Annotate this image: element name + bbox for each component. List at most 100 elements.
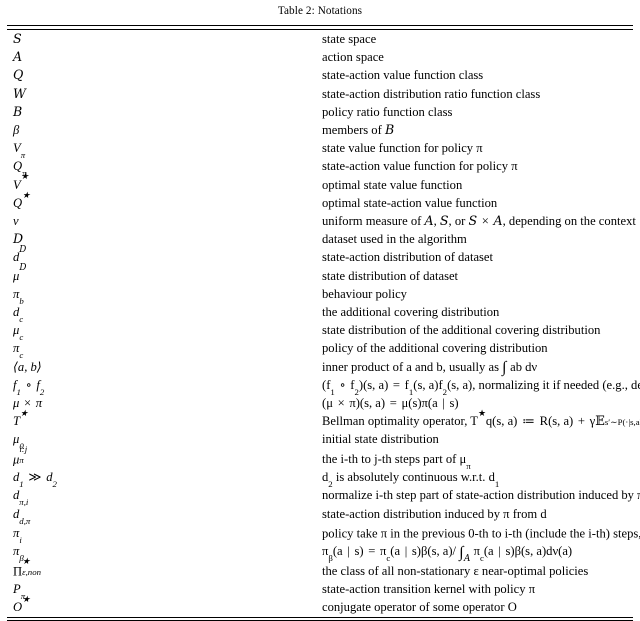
- row-description: (μ × π)(s, a) = μ(s)π(a | s): [322, 395, 459, 410]
- table-row: W state-action distribution ratio functi…: [7, 85, 633, 103]
- row-description: uniform measure of A, S, or S × A, depen…: [322, 212, 636, 228]
- table-row: ⟨a, b⟩ inner product of a and b, usually…: [7, 358, 633, 376]
- row-description: state-action distribution induced by π f…: [322, 506, 547, 521]
- table-row: πb behaviour policy: [7, 285, 633, 306]
- row-description: the class of all non-stationary ε near-o…: [322, 564, 589, 579]
- table-row: Vπ state value function for policy π: [7, 139, 633, 161]
- row-description: state-action transition kernel with poli…: [322, 582, 536, 597]
- table-row: β members of B: [7, 121, 633, 139]
- row-symbol: πi: [13, 526, 22, 546]
- table-row: T★ Bellman optimality operator, T★q(s, a…: [7, 407, 640, 430]
- row-description: state distribution of dataset: [322, 268, 459, 283]
- row-description: d2 is absolutely continuous w.r.t. d1: [322, 470, 500, 490]
- table-row: Π ★ ε,non the class of all non-stationary …: [7, 555, 633, 581]
- row-symbol: β: [13, 122, 20, 137]
- row-description: normalize i-th step part of state-action…: [322, 488, 640, 503]
- row-symbol: μ0: [13, 432, 24, 452]
- row-symbol: Q★: [13, 189, 31, 210]
- table-rule-bottom: [7, 616, 633, 621]
- row-description: dataset used in the algorithm: [322, 232, 467, 247]
- row-description: the i-th to j-th steps part of μπ: [322, 451, 471, 471]
- table-page: Table 2: Notations S state space A actio…: [0, 0, 640, 621]
- row-description: policy ratio function class: [322, 104, 453, 119]
- row-symbol: Pπ: [13, 582, 26, 602]
- row-symbol: dD: [13, 245, 27, 265]
- row-description: state value function for policy π: [322, 141, 483, 156]
- row-description: action space: [322, 50, 384, 65]
- table-row: πβ πβ(a | s) = πc(a | s)β(s, a)/ ∫A πc(a…: [7, 542, 633, 565]
- row-symbol: V★: [13, 171, 29, 192]
- row-description: state-action distribution of dataset: [322, 250, 494, 265]
- table-row: Q★ optimal state-action value function: [7, 189, 633, 212]
- row-symbol: πb: [13, 286, 24, 306]
- row-description: initial state distribution: [322, 432, 439, 447]
- table-row: dc the additional covering distribution: [7, 303, 633, 324]
- row-symbol: d1 ≫ d2: [13, 470, 57, 490]
- row-description: (f1 ∘ f2)(s, a) = f1(s, a)f2(s, a), norm…: [322, 377, 640, 397]
- row-description: policy of the additional covering distri…: [322, 341, 548, 356]
- row-symbol: dd,π: [13, 506, 31, 526]
- table-row: f1 ∘ f2 (f1 ∘ f2)(s, a) = f1(s, a)f2(s, …: [7, 376, 640, 397]
- table-row: dπ,i normalize i-th step part of state-a…: [7, 486, 640, 508]
- row-symbol: πβ: [13, 544, 24, 564]
- table-row: A action space: [7, 48, 633, 66]
- row-symbol: A: [13, 49, 23, 65]
- row-symbol: W: [13, 85, 26, 101]
- table-caption: Table 2: Notations: [277, 5, 363, 17]
- row-symbol: dc: [13, 304, 24, 324]
- row-description: optimal state value function: [322, 177, 463, 192]
- row-symbol: D: [13, 231, 24, 247]
- row-symbol: μD: [13, 263, 27, 283]
- row-symbol: O★: [13, 594, 31, 615]
- row-description: state-action distribution ratio function…: [322, 86, 541, 101]
- table-row: Q state-action value function class: [7, 66, 633, 84]
- table-row: O★ conjugate operator of some operator O: [7, 594, 633, 617]
- row-symbol: B: [13, 103, 23, 119]
- row-description: state-action value function class: [322, 68, 484, 83]
- row-symbol: T★: [13, 407, 28, 429]
- table-row: μ0 initial state distribution: [7, 430, 633, 452]
- row-symbol: ν: [13, 213, 19, 228]
- table-row: Qπ state-action value function for polic…: [7, 157, 633, 179]
- table-row: dd,π state-action distribution induced b…: [7, 505, 633, 526]
- table-row: Pπ state-action transition kernel with p…: [7, 580, 633, 602]
- table-row: μ i:j π the i-th to j-th steps part of μπ: [7, 443, 633, 471]
- row-symbol: S: [13, 30, 22, 46]
- row-symbol: μ × π: [13, 395, 43, 410]
- row-symbol: μc: [13, 323, 24, 343]
- table-row: B policy ratio function class: [7, 103, 633, 121]
- row-symbol: f1 ∘ f2: [13, 377, 45, 397]
- table-row: μD state distribution of dataset: [7, 263, 633, 285]
- row-description: behaviour policy: [322, 286, 407, 301]
- row-description: members of B: [322, 121, 395, 137]
- row-description: policy take π in the previous 0-th to i-…: [322, 526, 640, 541]
- table-row: V★ optimal state value function: [7, 171, 633, 194]
- row-description: conjugate operator of some operator O: [322, 600, 517, 615]
- table-row: μc state distribution of the additional …: [7, 321, 633, 343]
- row-symbol: Vπ: [13, 141, 26, 161]
- table-row: D dataset used in the algorithm: [7, 230, 633, 248]
- row-symbol: ⟨a, b⟩: [13, 359, 42, 374]
- row-description: state distribution of the additional cov…: [322, 323, 601, 338]
- row-description: optimal state-action value function: [322, 195, 498, 210]
- row-description: inner product of a and b, usually as ∫ a…: [322, 358, 538, 376]
- row-symbol: πc: [13, 341, 24, 361]
- row-symbol: Π ★ ε,non: [13, 555, 42, 579]
- row-symbol: Q: [13, 67, 24, 83]
- table-row: μ × π (μ × π)(s, a) = μ(s)π(a | s): [7, 394, 633, 412]
- table-row: dD state-action distribution of dataset: [7, 245, 633, 266]
- row-symbol: dπ,i: [13, 488, 29, 508]
- row-description: Bellman optimality operator, T★q(s, a) ≔…: [322, 407, 640, 429]
- table-row: S state space: [7, 29, 633, 48]
- row-description: state-action value function for policy π: [322, 159, 518, 174]
- row-symbol: Qπ: [13, 159, 27, 179]
- table-row: πi policy take π in the previous 0-th to…: [7, 523, 640, 546]
- table-row: πc policy of the additional covering dis…: [7, 339, 633, 361]
- table-row: d1 ≫ d2 d2 is absolutely continuous w.r.…: [7, 468, 633, 490]
- row-description: πβ(a | s) = πc(a | s)β(s, a)/ ∫A πc(a | …: [322, 543, 573, 565]
- row-description: the additional covering distribution: [322, 304, 500, 319]
- notations-table: S state space A action space Q state-act…: [7, 25, 640, 621]
- row-symbol: μ i:j π: [13, 443, 28, 466]
- table-row: ν uniform measure of A, S, or S × A, dep…: [7, 212, 636, 230]
- row-description: state space: [322, 31, 377, 46]
